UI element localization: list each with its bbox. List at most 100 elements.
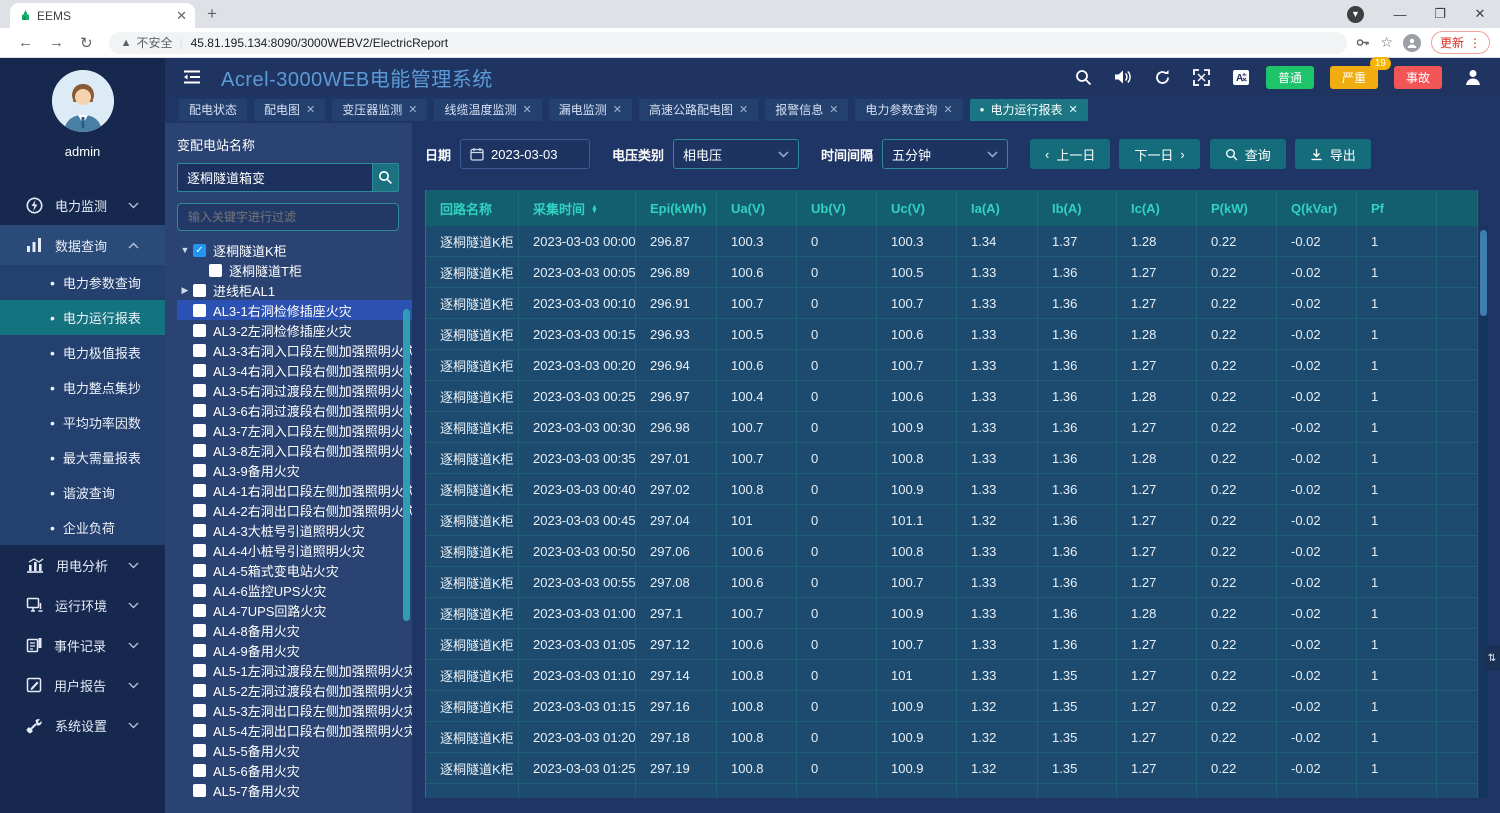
tree-item-17[interactable]: AL4-5箱式变电站火灾 bbox=[177, 560, 412, 580]
browser-profile-avatar[interactable] bbox=[1403, 34, 1421, 52]
tree-checkbox[interactable] bbox=[193, 284, 206, 297]
sidebar-item-4[interactable]: 运行环境 bbox=[0, 585, 165, 625]
tree-item-24[interactable]: AL5-3左洞出口段左侧加强照明火灾 bbox=[177, 700, 412, 720]
tree-item-5[interactable]: AL3-2左洞检修插座火灾 bbox=[177, 320, 412, 340]
new-tab-button[interactable]: + bbox=[207, 4, 217, 24]
refresh-icon[interactable] bbox=[1154, 69, 1171, 86]
window-maximize-button[interactable]: ❐ bbox=[1420, 6, 1460, 22]
tab-4[interactable]: 线缆温度监测✕ bbox=[434, 99, 541, 121]
tree-item-13[interactable]: AL4-1右洞出口段左侧加强照明火灾 bbox=[177, 480, 412, 500]
next-day-button[interactable]: 下一日 › bbox=[1119, 139, 1199, 169]
table-scrollbar[interactable] bbox=[1480, 230, 1487, 316]
tree-checkbox[interactable] bbox=[193, 564, 206, 577]
tab-close-icon[interactable]: ✕ bbox=[176, 8, 187, 24]
tab-1[interactable]: 配电状态 bbox=[179, 99, 247, 121]
tree-item-15[interactable]: AL4-3大桩号引道照明火灾 bbox=[177, 520, 412, 540]
tab-5[interactable]: 漏电监测✕ bbox=[549, 99, 632, 121]
tree-checkbox[interactable] bbox=[193, 764, 206, 777]
station-search-button[interactable] bbox=[372, 163, 399, 192]
tree-item-7[interactable]: AL3-4右洞入口段右侧加强照明火灾 bbox=[177, 360, 412, 380]
sidebar-item-2[interactable]: 数据查询 bbox=[0, 225, 165, 265]
browser-tab[interactable]: EEMS ✕ bbox=[10, 3, 195, 28]
tree-checkbox[interactable] bbox=[209, 264, 222, 277]
sidebar-item-3[interactable]: 用电分析 bbox=[0, 545, 165, 585]
tree-item-9[interactable]: AL3-6右洞过渡段右侧加强照明火灾 bbox=[177, 400, 412, 420]
tree-checkbox[interactable] bbox=[193, 604, 206, 617]
sidebar-item-7[interactable]: 系统设置 bbox=[0, 705, 165, 745]
tab-7[interactable]: 报警信息✕ bbox=[765, 99, 848, 121]
tree-item-10[interactable]: AL3-7左洞入口段左侧加强照明火灾 bbox=[177, 420, 412, 440]
tab-close-icon[interactable]: ✕ bbox=[408, 103, 417, 116]
tree-item-20[interactable]: AL4-8备用火灾 bbox=[177, 620, 412, 640]
tree-checkbox[interactable] bbox=[193, 704, 206, 717]
menu-fold-icon[interactable] bbox=[183, 69, 201, 85]
export-button[interactable]: 导出 bbox=[1295, 139, 1371, 169]
sidebar-subitem-5[interactable]: •平均功率因数 bbox=[0, 405, 165, 440]
tree-checkbox[interactable] bbox=[193, 524, 206, 537]
reload-icon[interactable]: ↻ bbox=[80, 34, 93, 52]
tree-item-26[interactable]: AL5-5备用火灾 bbox=[177, 740, 412, 760]
tree-checkbox[interactable] bbox=[193, 404, 206, 417]
expander-open-icon[interactable]: ▼ bbox=[177, 245, 193, 255]
tree-checkbox[interactable] bbox=[193, 724, 206, 737]
date-input[interactable]: 2023-03-03 bbox=[460, 139, 590, 169]
tree-item-18[interactable]: AL4-6监控UPS火灾 bbox=[177, 580, 412, 600]
tree-item-27[interactable]: AL5-6备用火灾 bbox=[177, 760, 412, 780]
tree-checkbox[interactable] bbox=[193, 664, 206, 677]
tree-item-8[interactable]: AL3-5右洞过渡段左侧加强照明火灾 bbox=[177, 380, 412, 400]
sidebar-item-5[interactable]: 事件记录 bbox=[0, 625, 165, 665]
tree-checkbox[interactable] bbox=[193, 364, 206, 377]
tree-item-12[interactable]: AL3-9备用火灾 bbox=[177, 460, 412, 480]
prev-day-button[interactable]: ‹ 上一日 bbox=[1030, 139, 1110, 169]
interval-select[interactable]: 五分钟 bbox=[882, 139, 1008, 169]
tree-item-19[interactable]: AL4-7UPS回路火灾 bbox=[177, 600, 412, 620]
tree-item-16[interactable]: AL4-4小桩号引道照明火灾 bbox=[177, 540, 412, 560]
translate-icon[interactable]: A bbox=[1232, 69, 1250, 86]
query-button[interactable]: 查询 bbox=[1210, 139, 1286, 169]
tab-2[interactable]: 配电图✕ bbox=[254, 99, 325, 121]
tree-item-21[interactable]: AL4-9备用火灾 bbox=[177, 640, 412, 660]
tree-item-6[interactable]: AL3-3右洞入口段左侧加强照明火灾 bbox=[177, 340, 412, 360]
station-search-input[interactable] bbox=[177, 163, 372, 192]
tab-6[interactable]: 高速公路配电图✕ bbox=[639, 99, 758, 121]
tab-9[interactable]: ●电力运行报表✕ bbox=[970, 99, 1088, 121]
column-header-2[interactable]: 采集时间▲▼ bbox=[519, 190, 636, 226]
tree-checkbox[interactable] bbox=[193, 464, 206, 477]
tab-close-icon[interactable]: ✕ bbox=[943, 103, 952, 116]
tree-checkbox[interactable] bbox=[193, 644, 206, 657]
sidebar-item-6[interactable]: 用户报告 bbox=[0, 665, 165, 705]
tree-item-14[interactable]: AL4-2右洞出口段右侧加强照明火灾 bbox=[177, 500, 412, 520]
tree-item-28[interactable]: AL5-7备用火灾 bbox=[177, 780, 412, 800]
tree-checkbox[interactable]: ✓ bbox=[193, 244, 206, 257]
tab-close-icon[interactable]: ✕ bbox=[829, 103, 838, 116]
voltage-type-select[interactable]: 相电压 bbox=[673, 139, 799, 169]
tree-checkbox[interactable] bbox=[193, 744, 206, 757]
tree-item-25[interactable]: AL5-4左洞出口段右侧加强照明火灾 bbox=[177, 720, 412, 740]
tree-filter-input[interactable] bbox=[177, 203, 399, 231]
tree-item-4[interactable]: AL3-1右洞检修插座火灾 bbox=[177, 300, 412, 320]
alarm-badge-1[interactable]: 普通 bbox=[1266, 66, 1314, 89]
tab-close-icon[interactable]: ✕ bbox=[739, 103, 748, 116]
tree-item-11[interactable]: AL3-8左洞入口段右侧加强照明火灾 bbox=[177, 440, 412, 460]
tree-checkbox[interactable] bbox=[193, 324, 206, 337]
fullscreen-icon[interactable] bbox=[1193, 69, 1210, 86]
alarm-badge-2[interactable]: 严重19 bbox=[1330, 66, 1378, 89]
tree-checkbox[interactable] bbox=[193, 684, 206, 697]
tab-close-icon[interactable]: ✕ bbox=[613, 103, 622, 116]
tree-checkbox[interactable] bbox=[193, 624, 206, 637]
tree-checkbox[interactable] bbox=[193, 504, 206, 517]
back-icon[interactable]: ← bbox=[18, 34, 33, 51]
tree-checkbox[interactable] bbox=[193, 544, 206, 557]
tree-item-22[interactable]: AL5-1左洞过渡段左侧加强照明火灾 bbox=[177, 660, 412, 680]
window-close-button[interactable]: ✕ bbox=[1460, 6, 1500, 22]
browser-download-icon[interactable]: ▼ bbox=[1347, 6, 1364, 23]
alarm-badge-3[interactable]: 事故 bbox=[1394, 66, 1442, 89]
user-icon[interactable] bbox=[1464, 68, 1482, 86]
sidebar-subitem-8[interactable]: •企业负荷 bbox=[0, 510, 165, 545]
sidebar-subitem-2[interactable]: •电力运行报表 bbox=[0, 300, 165, 335]
sidebar-subitem-4[interactable]: •电力整点集抄 bbox=[0, 370, 165, 405]
tab-8[interactable]: 电力参数查询✕ bbox=[855, 99, 962, 121]
column-settings-toggle[interactable]: ⇅ bbox=[1484, 645, 1500, 671]
browser-update-button[interactable]: 更新 ⋮ bbox=[1431, 31, 1490, 54]
tree-checkbox[interactable] bbox=[193, 424, 206, 437]
